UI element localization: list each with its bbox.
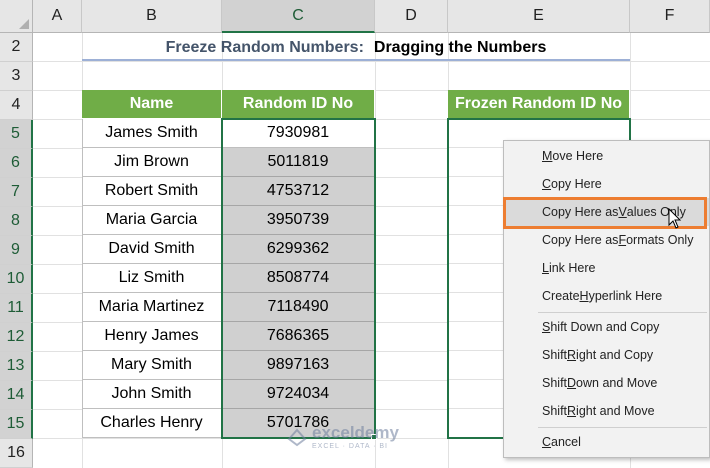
gridline xyxy=(375,33,376,468)
title-main: Dragging the Numbers xyxy=(373,38,547,56)
select-all-corner[interactable] xyxy=(0,0,33,33)
column-header-a[interactable]: A xyxy=(33,0,82,33)
name-cell[interactable]: Henry James xyxy=(82,322,222,351)
name-cell[interactable]: John Smith xyxy=(82,380,222,409)
watermark-name: exceldemy xyxy=(312,423,399,442)
menu-item-move-here[interactable]: Move Here xyxy=(504,142,709,170)
menu-item-shift-down-move[interactable]: Shift Down and Move xyxy=(504,369,709,397)
id-cell[interactable]: 7930981 xyxy=(222,119,375,148)
menu-item-create-hyperlink[interactable]: Create Hyperlink Here xyxy=(504,282,709,310)
menu-item-shift-down-copy[interactable]: Shift Down and Copy xyxy=(504,313,709,341)
menu-item-copy-formats-only[interactable]: Copy Here as Formats Only xyxy=(504,226,709,254)
row-header-7[interactable]: 7 xyxy=(0,178,33,207)
exceldemy-logo-icon xyxy=(287,427,307,446)
watermark-tagline: EXCEL · DATA · BI xyxy=(312,443,388,450)
name-cell[interactable]: Robert Smith xyxy=(82,177,222,206)
row-header-13[interactable]: 13 xyxy=(0,352,33,381)
id-cell[interactable]: 4753712 xyxy=(222,177,375,206)
column-header-b[interactable]: B xyxy=(82,0,222,33)
menu-item-shift-right-copy[interactable]: Shift Right and Copy xyxy=(504,341,709,369)
name-cell[interactable]: Mary Smith xyxy=(82,351,222,380)
sheet-title: Freeze Random Numbers: Dragging the Numb… xyxy=(82,33,630,62)
table-border xyxy=(82,119,83,438)
name-cell[interactable]: Liz Smith xyxy=(82,264,222,293)
id-cell[interactable]: 8508774 xyxy=(222,264,375,293)
row-header-12[interactable]: 12 xyxy=(0,323,33,352)
name-cell[interactable]: Charles Henry xyxy=(82,409,222,438)
column-header-d[interactable]: D xyxy=(375,0,448,33)
menu-item-shift-right-move[interactable]: Shift Right and Move xyxy=(504,397,709,425)
header-frozen-random-id[interactable]: Frozen Random ID No xyxy=(448,90,630,119)
id-cell[interactable]: 9724034 xyxy=(222,380,375,409)
row-header-6[interactable]: 6 xyxy=(0,149,33,178)
header-random-id[interactable]: Random ID No xyxy=(222,90,375,119)
row-header-10[interactable]: 10 xyxy=(0,265,33,294)
id-cell[interactable]: 7686365 xyxy=(222,322,375,351)
title-underline xyxy=(82,59,630,61)
id-cell[interactable]: 7118490 xyxy=(222,293,375,322)
menu-item-cancel[interactable]: Cancel xyxy=(504,428,709,456)
row-header-2[interactable]: 2 xyxy=(0,33,33,62)
menu-item-link-here[interactable]: Link Here xyxy=(504,254,709,282)
name-cell[interactable]: Maria Garcia xyxy=(82,206,222,235)
watermark: exceldemy EXCEL · DATA · BI xyxy=(286,423,399,450)
row-header-8[interactable]: 8 xyxy=(0,207,33,236)
title-prefix: Freeze Random Numbers: xyxy=(165,38,364,56)
menu-item-copy-here[interactable]: Copy Here xyxy=(504,170,709,198)
id-cell[interactable]: 6299362 xyxy=(222,235,375,264)
context-menu: Move Here Copy Here Copy Here as Values … xyxy=(503,140,710,458)
row-header-4[interactable]: 4 xyxy=(0,91,33,120)
id-cell[interactable]: 5011819 xyxy=(222,148,375,177)
header-name[interactable]: Name xyxy=(82,90,222,119)
name-cell[interactable]: James Smith xyxy=(82,119,222,148)
row-header-16[interactable]: 16 xyxy=(0,439,33,468)
column-header-c[interactable]: C xyxy=(222,0,375,33)
name-cell[interactable]: David Smith xyxy=(82,235,222,264)
row-header-9[interactable]: 9 xyxy=(0,236,33,265)
row-header-11[interactable]: 11 xyxy=(0,294,33,323)
mouse-cursor-icon xyxy=(668,208,682,229)
id-cell[interactable]: 3950739 xyxy=(222,206,375,235)
name-cell[interactable]: Jim Brown xyxy=(82,148,222,177)
row-header-5[interactable]: 5 xyxy=(0,120,33,149)
column-header-f[interactable]: F xyxy=(630,0,710,33)
row-header-3[interactable]: 3 xyxy=(0,62,33,91)
row-header-15[interactable]: 15 xyxy=(0,410,33,439)
column-header-e[interactable]: E xyxy=(448,0,630,33)
row-header-14[interactable]: 14 xyxy=(0,381,33,410)
id-cell[interactable]: 9897163 xyxy=(222,351,375,380)
name-cell[interactable]: Maria Martinez xyxy=(82,293,222,322)
